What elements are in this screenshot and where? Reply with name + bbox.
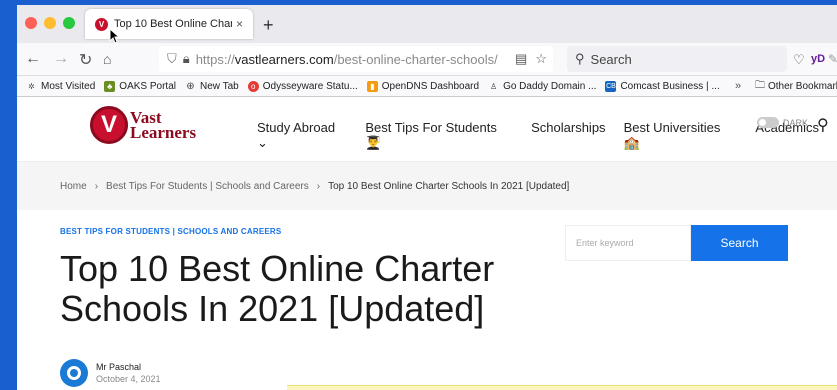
breadcrumb-home[interactable]: Home xyxy=(60,181,87,192)
menu-best-universities[interactable]: Best Universities 🏫 xyxy=(624,120,738,151)
lock-icon[interactable]: 🔒︎ xyxy=(183,51,190,67)
breadcrumb-separator: › xyxy=(316,180,321,192)
opendns-icon: ▮ xyxy=(366,80,378,92)
reload-icon[interactable]: ↻ xyxy=(79,50,92,70)
back-icon[interactable]: ← xyxy=(25,50,41,68)
yd-extension-icon[interactable]: yD xyxy=(811,53,825,65)
header-search-icon[interactable]: ⚲ xyxy=(817,115,829,135)
avatar[interactable] xyxy=(60,359,88,387)
bookmarks-bar: ✲ Most Visited ♣ OAKS Portal ⊕ New Tab o Ody… xyxy=(17,76,837,97)
godaddy-icon: ♙ xyxy=(489,81,498,91)
bookmark-oaks-portal[interactable]: ♣ OAKS Portal xyxy=(104,80,176,92)
author-name[interactable]: Mr Paschal xyxy=(96,361,161,373)
tab-title: Top 10 Best Online Charter Scho xyxy=(114,18,232,30)
post-category[interactable]: BEST TIPS FOR STUDENTS | SCHOOLS AND CAR… xyxy=(60,227,281,236)
title-bar: V Top 10 Best Online Charter Scho × + xyxy=(17,5,837,43)
browser-search-placeholder: Search xyxy=(590,51,632,67)
browser-window: V Top 10 Best Online Charter Scho × + ← … xyxy=(17,5,837,390)
dark-mode-toggle[interactable]: DARK xyxy=(757,117,808,128)
odysseyware-icon: o xyxy=(247,80,259,92)
pen-icon[interactable]: ✎ xyxy=(828,52,837,66)
search-icon: ⚲ xyxy=(575,51,585,66)
navigation-bar: ← → ↻ ⌂ ⛉ 🔒︎ https:// vastlearners.com /… xyxy=(17,43,837,76)
home-icon[interactable]: ⌂ xyxy=(103,51,111,67)
folder-icon: 🗀 xyxy=(755,79,765,91)
post-date: October 4, 2021 xyxy=(96,374,161,384)
breadcrumb-category[interactable]: Best Tips For Students | Schools and Car… xyxy=(106,181,309,192)
page-title: Top 10 Best Online Charter Schools In 20… xyxy=(60,248,495,329)
logo-mark: V xyxy=(90,106,128,144)
bookmark-most-visited[interactable]: ✲ Most Visited xyxy=(26,81,95,92)
menu-scholarships[interactable]: Scholarships xyxy=(531,120,605,151)
gear-icon: ✲ xyxy=(28,81,35,91)
site-logo[interactable]: V Vast Learners xyxy=(90,106,196,144)
shield-icon[interactable]: ⛉ xyxy=(167,51,177,67)
comcast-icon: CB xyxy=(605,80,617,92)
new-tab-button[interactable]: + xyxy=(263,15,274,36)
menu-best-tips[interactable]: Best Tips For Students 👨‍🎓 xyxy=(365,120,513,151)
url-domain: vastlearners.com xyxy=(234,51,334,67)
reader-view-icon[interactable]: ▤ xyxy=(515,51,527,67)
forward-icon[interactable]: → xyxy=(53,50,69,68)
web-page: V Vast Learners Study Abroad ⌄ Best Tips… xyxy=(17,97,837,390)
main-menu: Study Abroad ⌄ Best Tips For Students 👨‍… xyxy=(257,120,837,151)
bookmark-comcast[interactable]: CB Comcast Business | ... xyxy=(605,80,720,92)
bookmark-opendns[interactable]: ▮ OpenDNS Dashboard xyxy=(366,80,479,92)
globe-icon: ⊕ xyxy=(186,80,195,92)
browser-search-field[interactable]: ⚲ Search xyxy=(567,46,787,72)
notice-bar xyxy=(287,385,837,390)
url-bar[interactable]: ⛉ 🔒︎ https:// vastlearners.com /best-onl… xyxy=(159,46,553,72)
more-bookmarks-icon[interactable]: » xyxy=(735,80,741,92)
mouse-cursor-icon xyxy=(109,28,121,44)
breadcrumb-separator: › xyxy=(94,180,99,192)
breadcrumb-current: Top 10 Best Online Charter Schools In 20… xyxy=(328,180,570,192)
search-button[interactable]: Search xyxy=(691,225,788,261)
minimize-window-icon[interactable] xyxy=(44,17,56,29)
pocket-icon[interactable]: ♡ xyxy=(793,52,805,68)
logo-text: Vast Learners xyxy=(130,108,197,142)
bookmark-new-tab[interactable]: ⊕ New Tab xyxy=(185,80,238,92)
site-header: V Vast Learners Study Abroad ⌄ Best Tips… xyxy=(17,97,837,162)
close-window-icon[interactable] xyxy=(25,17,37,29)
bookmark-star-icon[interactable]: ☆ xyxy=(535,51,547,67)
author-info: Mr Paschal October 4, 2021 xyxy=(60,359,161,387)
bookmark-godaddy[interactable]: ♙ Go Daddy Domain ... xyxy=(488,81,596,92)
tree-icon: ♣ xyxy=(104,80,116,92)
url-path: /best-online-charter-schools/ xyxy=(333,51,498,67)
other-bookmarks[interactable]: 🗀Other Bookmarks xyxy=(755,78,837,95)
site-favicon-icon: V xyxy=(95,17,108,31)
breadcrumb: Home › Best Tips For Students | Schools … xyxy=(17,162,837,210)
maximize-window-icon[interactable] xyxy=(63,17,75,29)
keyword-input[interactable]: Enter keyword xyxy=(565,225,691,261)
url-prefix: https:// xyxy=(195,51,235,67)
bookmark-odysseyware[interactable]: o Odysseyware Statu... xyxy=(247,80,358,92)
menu-study-abroad[interactable]: Study Abroad ⌄ xyxy=(257,120,347,151)
tab-close-icon[interactable]: × xyxy=(236,17,243,31)
toggle-switch[interactable] xyxy=(757,117,779,128)
